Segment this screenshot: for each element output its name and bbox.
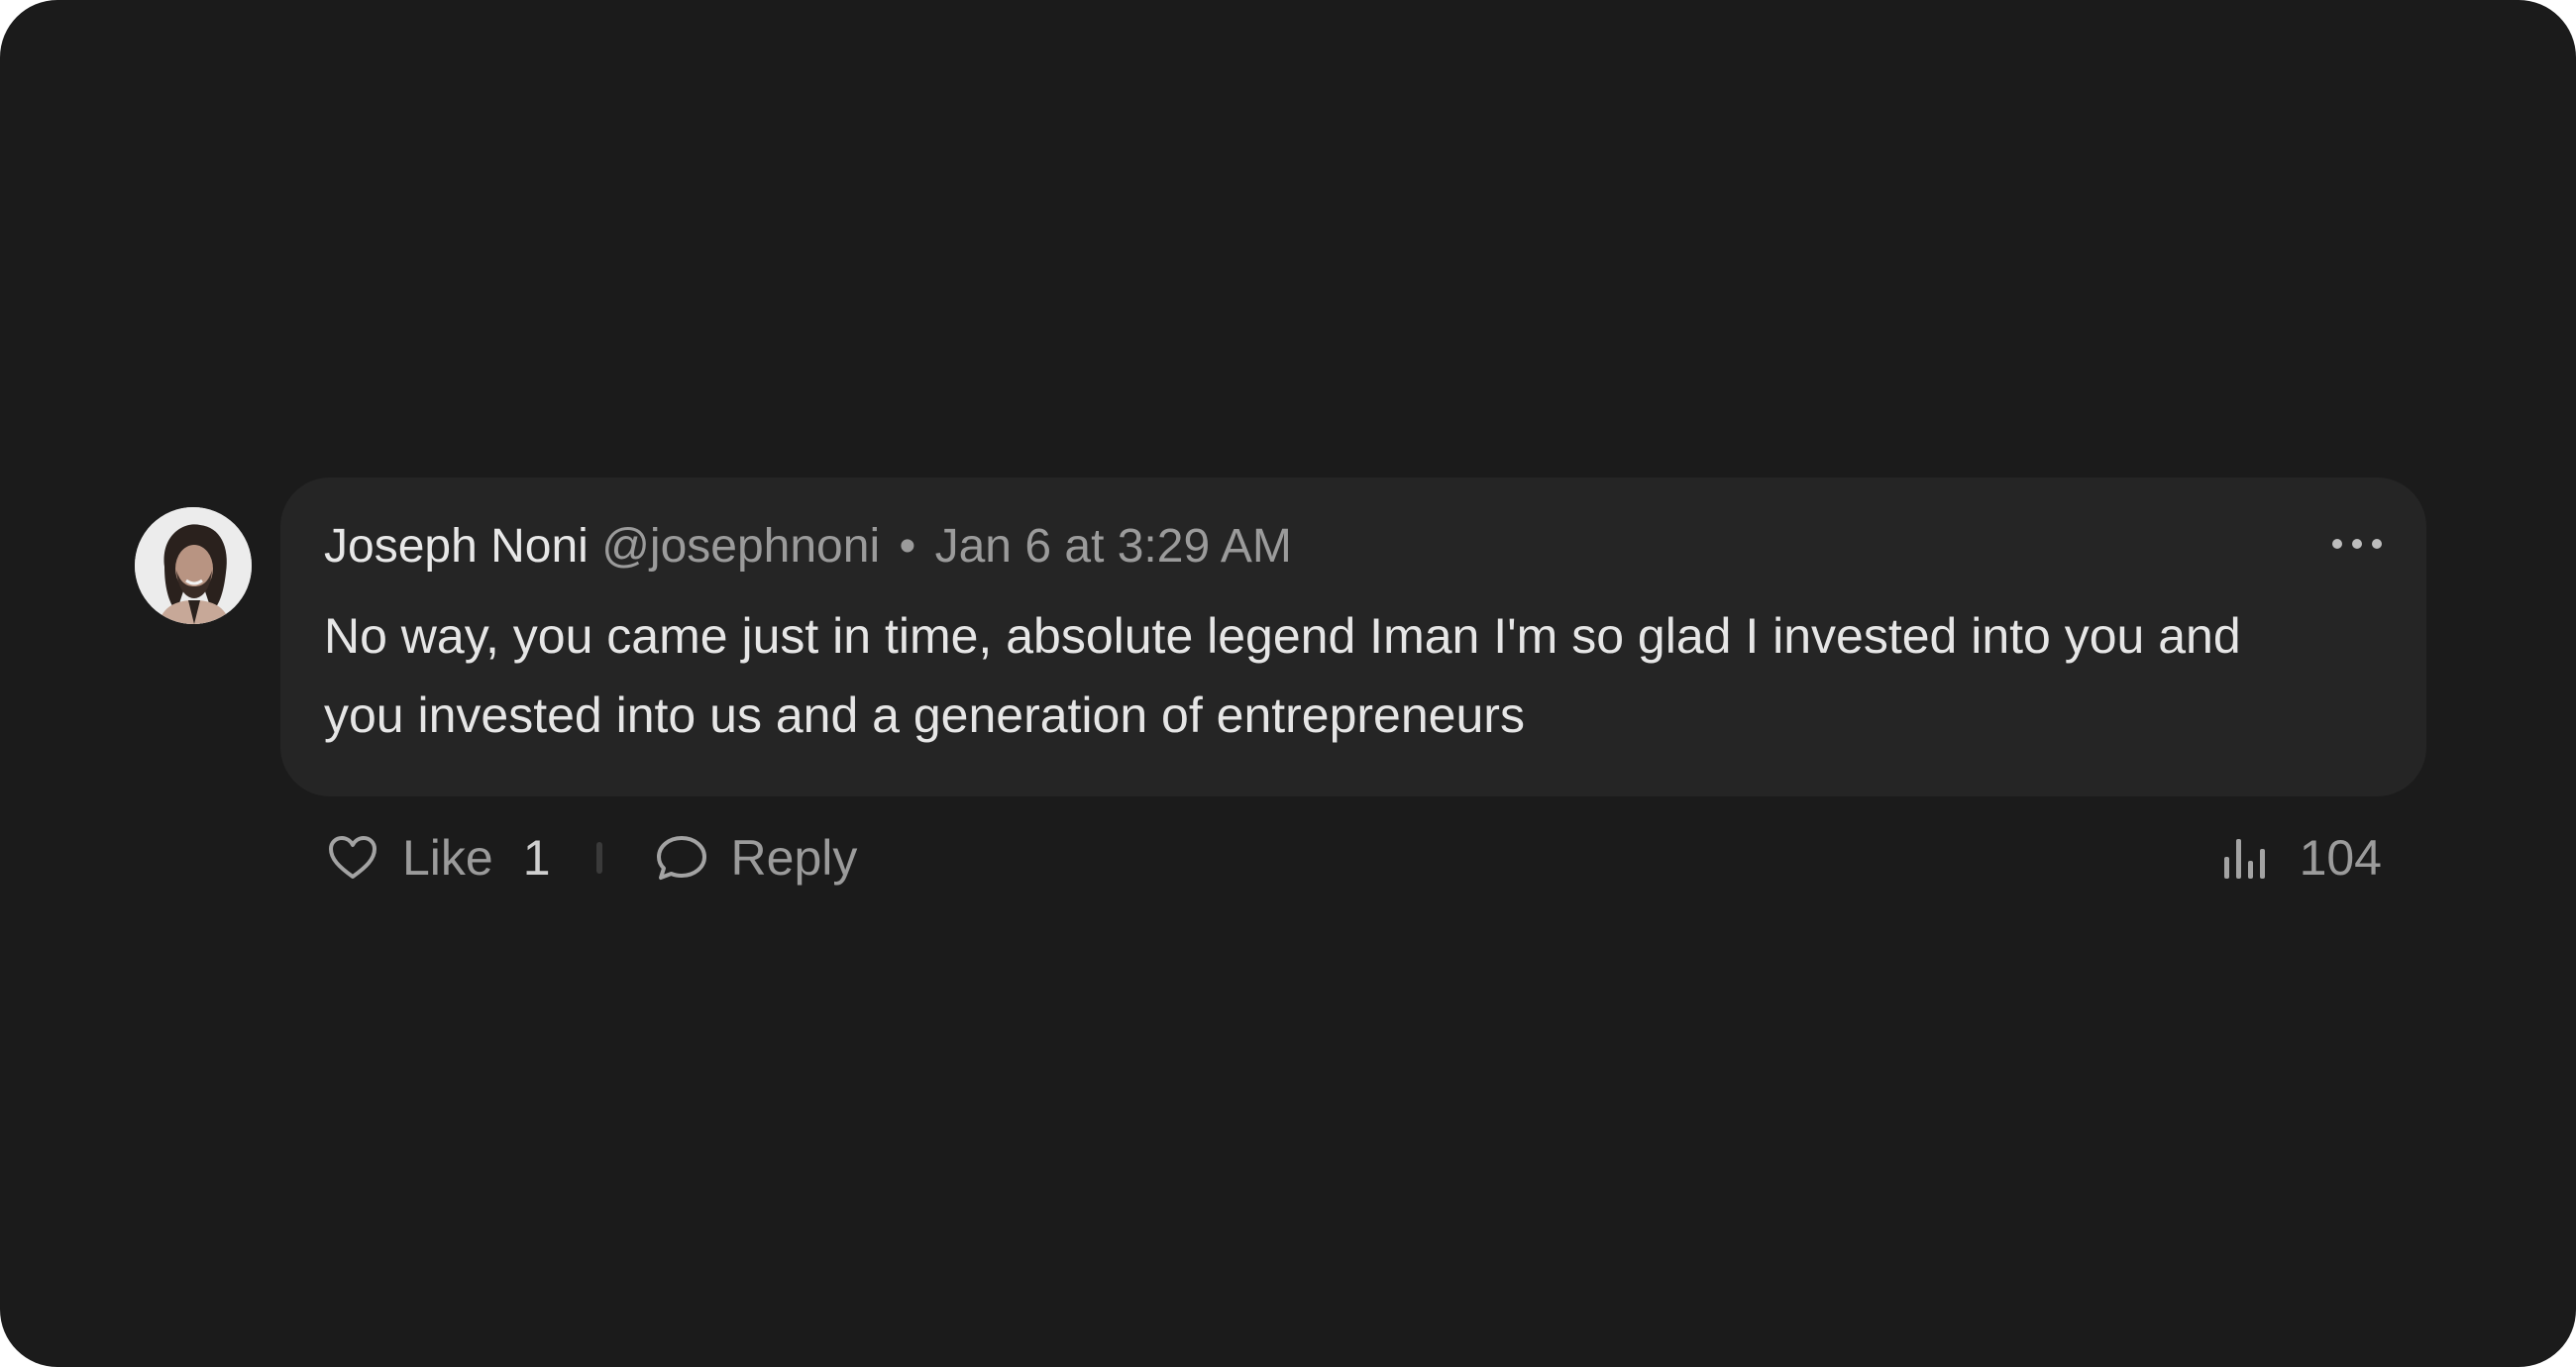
author-handle[interactable]: @josephnoni <box>601 520 880 573</box>
like-label: Like <box>402 830 493 886</box>
comment-bubble: Joseph Noni @josephnoni • Jan 6 at 3:29 … <box>280 477 2426 796</box>
more-horizontal-icon <box>2332 539 2382 549</box>
like-count: 1 <box>522 830 551 886</box>
meta-separator: • <box>899 520 916 573</box>
bar-chart-icon <box>2223 839 2265 879</box>
reply-button[interactable]: Reply <box>654 829 858 887</box>
author-name[interactable]: Joseph Noni <box>324 520 589 573</box>
avatar[interactable] <box>135 507 252 624</box>
action-divider <box>595 842 602 874</box>
comment-card: Joseph Noni @josephnoni • Jan 6 at 3:29 … <box>0 0 2576 1367</box>
like-button[interactable]: Like 1 <box>327 829 551 887</box>
user-avatar-image <box>135 507 252 624</box>
more-options-button[interactable] <box>2327 529 2387 559</box>
heart-icon <box>329 836 376 879</box>
comment-actions: Like 1 Reply <box>327 826 857 890</box>
timestamp: Jan 6 at 3:29 AM <box>934 520 1292 573</box>
views-indicator[interactable]: 104 <box>2220 826 2382 890</box>
speech-bubble-icon <box>656 836 706 880</box>
comment-text: No way, you came just in time, absolute … <box>324 608 2241 743</box>
views-count: 104 <box>2299 830 2382 886</box>
reply-label: Reply <box>730 830 858 886</box>
comment-header: Joseph Noni @josephnoni • Jan 6 at 3:29 … <box>324 517 1292 577</box>
